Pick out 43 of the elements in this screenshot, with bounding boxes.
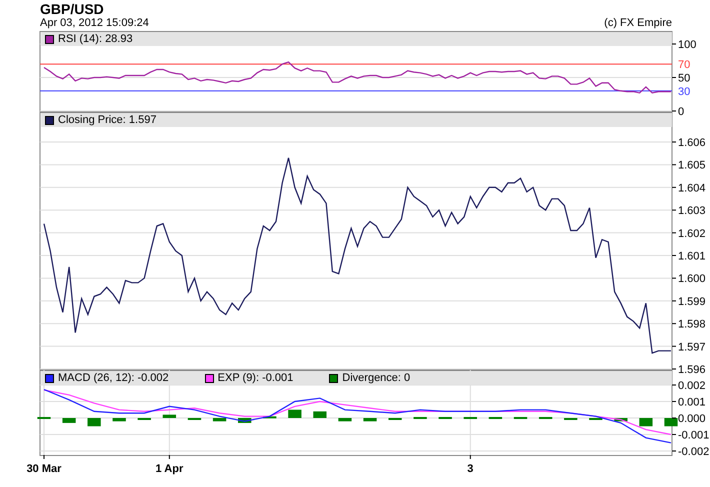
axis-label: 1.601: [678, 250, 706, 262]
axis-label: 1.605: [678, 160, 706, 172]
axis-label: 1.598: [678, 318, 706, 331]
axis-label: 1.600: [678, 273, 706, 286]
copyright-text: (c) FX Empire: [604, 17, 672, 30]
divergence-bar: [88, 418, 101, 426]
axis-label: 0: [678, 106, 684, 118]
divergence-bar: [614, 418, 628, 422]
legend-label: EXP (9): -0.001: [218, 372, 294, 384]
axis-label: 100: [678, 39, 696, 51]
divergence-bar: [162, 414, 176, 418]
axis-label: 50: [678, 72, 690, 84]
axis-label: 1 Apr: [156, 463, 184, 475]
legend-label: Divergence: 0: [342, 372, 410, 384]
axis-label: 1.603: [678, 205, 706, 218]
chart-title: GBP/USD: [40, 1, 105, 17]
divergence-bar: [338, 418, 352, 422]
axis-label: 3: [467, 463, 474, 475]
divergence-bar: [263, 416, 276, 418]
axis-label: 0.001: [678, 396, 706, 408]
axis-label: 0.000: [678, 413, 706, 425]
legend-label: Closing Price: 1.597: [58, 114, 156, 126]
legend-label: MACD (26, 12): -0.002: [58, 372, 169, 384]
divergence-bar: [62, 418, 76, 423]
axis-label: -0.002: [678, 446, 710, 458]
timestamp: Apr 03, 2012 15:09:24: [40, 17, 149, 30]
axis-label: 1.597: [678, 341, 706, 354]
axis-label: 1.606: [678, 137, 706, 149]
axis-label: -0.001: [678, 430, 710, 442]
divergence-bar: [212, 418, 226, 422]
legend-label: RSI (14): 28.93: [58, 34, 133, 44]
divergence-bar: [238, 418, 252, 423]
axis-label: 1.604: [678, 182, 706, 194]
axis-label: 1.599: [678, 296, 706, 308]
divergence-bar: [363, 418, 377, 422]
axis-label: 1.596: [678, 364, 706, 376]
axis-label: 70: [678, 59, 690, 72]
axis-label: 30 Mar: [26, 463, 62, 475]
axis-label: 0.002: [678, 380, 706, 392]
divergence-bar: [639, 418, 653, 426]
divergence-bar: [112, 418, 126, 422]
axis-label: 1.602: [678, 228, 706, 240]
axis-label: 30: [678, 86, 690, 98]
